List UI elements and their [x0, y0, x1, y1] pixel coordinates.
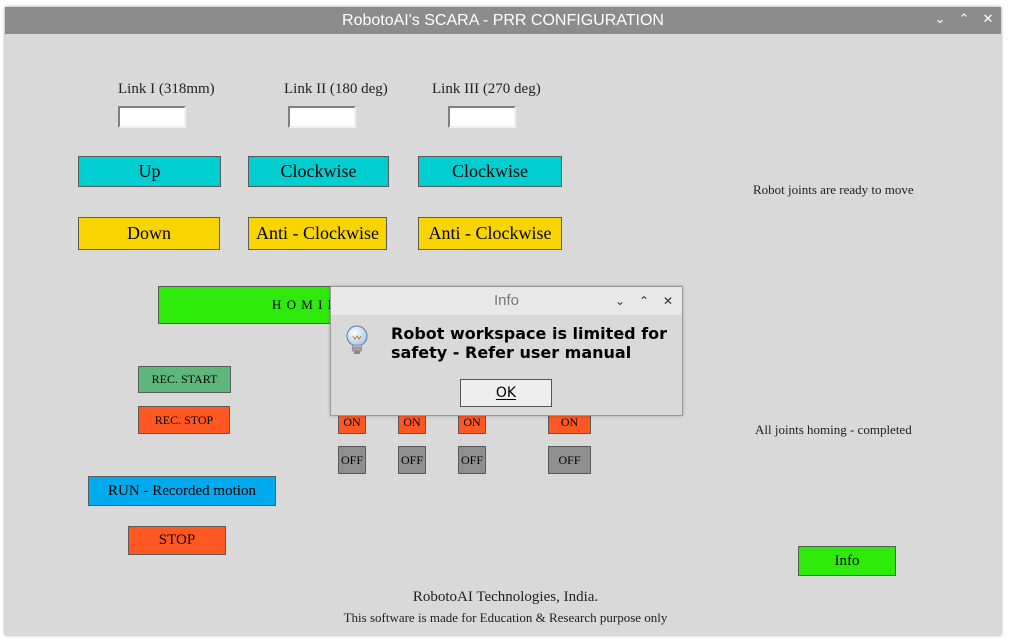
dialog-maximize-button[interactable]: ⌃: [636, 292, 652, 310]
joint2-off-button[interactable]: OFF: [398, 446, 426, 474]
up-button[interactable]: Up: [78, 156, 221, 187]
joints-ready-status: Robot joints are ready to move: [753, 182, 914, 197]
dialog-title-bar[interactable]: Info ⌄ ⌃ ✕: [331, 287, 682, 315]
close-icon: ✕: [662, 294, 674, 308]
link2-clockwise-button[interactable]: Clockwise: [248, 156, 389, 187]
joint1-off-button[interactable]: OFF: [338, 446, 366, 474]
chevron-up-icon: ⌃: [638, 294, 650, 308]
minimize-button[interactable]: ⌄: [931, 11, 949, 29]
dialog-minimize-button[interactable]: ⌄: [612, 292, 628, 310]
link2-input[interactable]: [288, 106, 356, 128]
footer-note: This software is made for Education & Re…: [343, 610, 668, 625]
link3-clockwise-button[interactable]: Clockwise: [418, 156, 562, 187]
dialog-close-button[interactable]: ✕: [660, 292, 676, 310]
lightbulb-icon: [346, 325, 368, 354]
close-button[interactable]: ✕: [979, 11, 997, 29]
down-button[interactable]: Down: [78, 217, 220, 250]
joint3-off-button[interactable]: OFF: [458, 446, 486, 474]
link1-input[interactable]: [118, 106, 186, 128]
window-title: RobotoAI's SCARA - PRR CONFIGURATION: [342, 12, 664, 29]
link3-anticlockwise-button[interactable]: Anti - Clockwise: [418, 217, 562, 250]
chevron-down-icon: ⌄: [934, 12, 946, 27]
stop-button[interactable]: STOP: [128, 526, 226, 555]
homing-button[interactable]: H O M I N: [158, 286, 338, 324]
info-button[interactable]: Info: [798, 546, 896, 576]
close-icon: ✕: [982, 12, 994, 27]
homing-status: All joints homing - completed: [755, 422, 912, 437]
link2-anticlockwise-button[interactable]: Anti - Clockwise: [248, 217, 387, 250]
info-dialog: Info ⌄ ⌃ ✕ Robot workspace is limited fo…: [330, 286, 683, 416]
ok-button-label: OK: [495, 385, 517, 401]
dialog-title: Info: [493, 292, 520, 309]
title-bar[interactable]: RobotoAI's SCARA - PRR CONFIGURATION ⌄ ⌃…: [5, 7, 1001, 34]
dialog-message: Robot workspace is limited for safety - …: [391, 324, 668, 362]
maximize-button[interactable]: ⌃: [955, 11, 973, 29]
link3-input[interactable]: [448, 106, 516, 128]
chevron-up-icon: ⌃: [958, 12, 970, 27]
run-recorded-motion-button[interactable]: RUN - Recorded motion: [88, 476, 276, 506]
joint4-off-button[interactable]: OFF: [548, 446, 591, 474]
link3-label: Link III (270 deg): [432, 81, 541, 97]
link1-label: Link I (318mm): [118, 81, 215, 97]
link2-label: Link II (180 deg): [284, 81, 388, 97]
rec-stop-button[interactable]: REC. STOP: [138, 406, 230, 434]
chevron-down-icon: ⌄: [614, 294, 626, 308]
footer-company: RobotoAI Technologies, India.: [412, 589, 599, 605]
rec-start-button[interactable]: REC. START: [138, 366, 231, 393]
ok-button[interactable]: OK: [460, 379, 552, 407]
